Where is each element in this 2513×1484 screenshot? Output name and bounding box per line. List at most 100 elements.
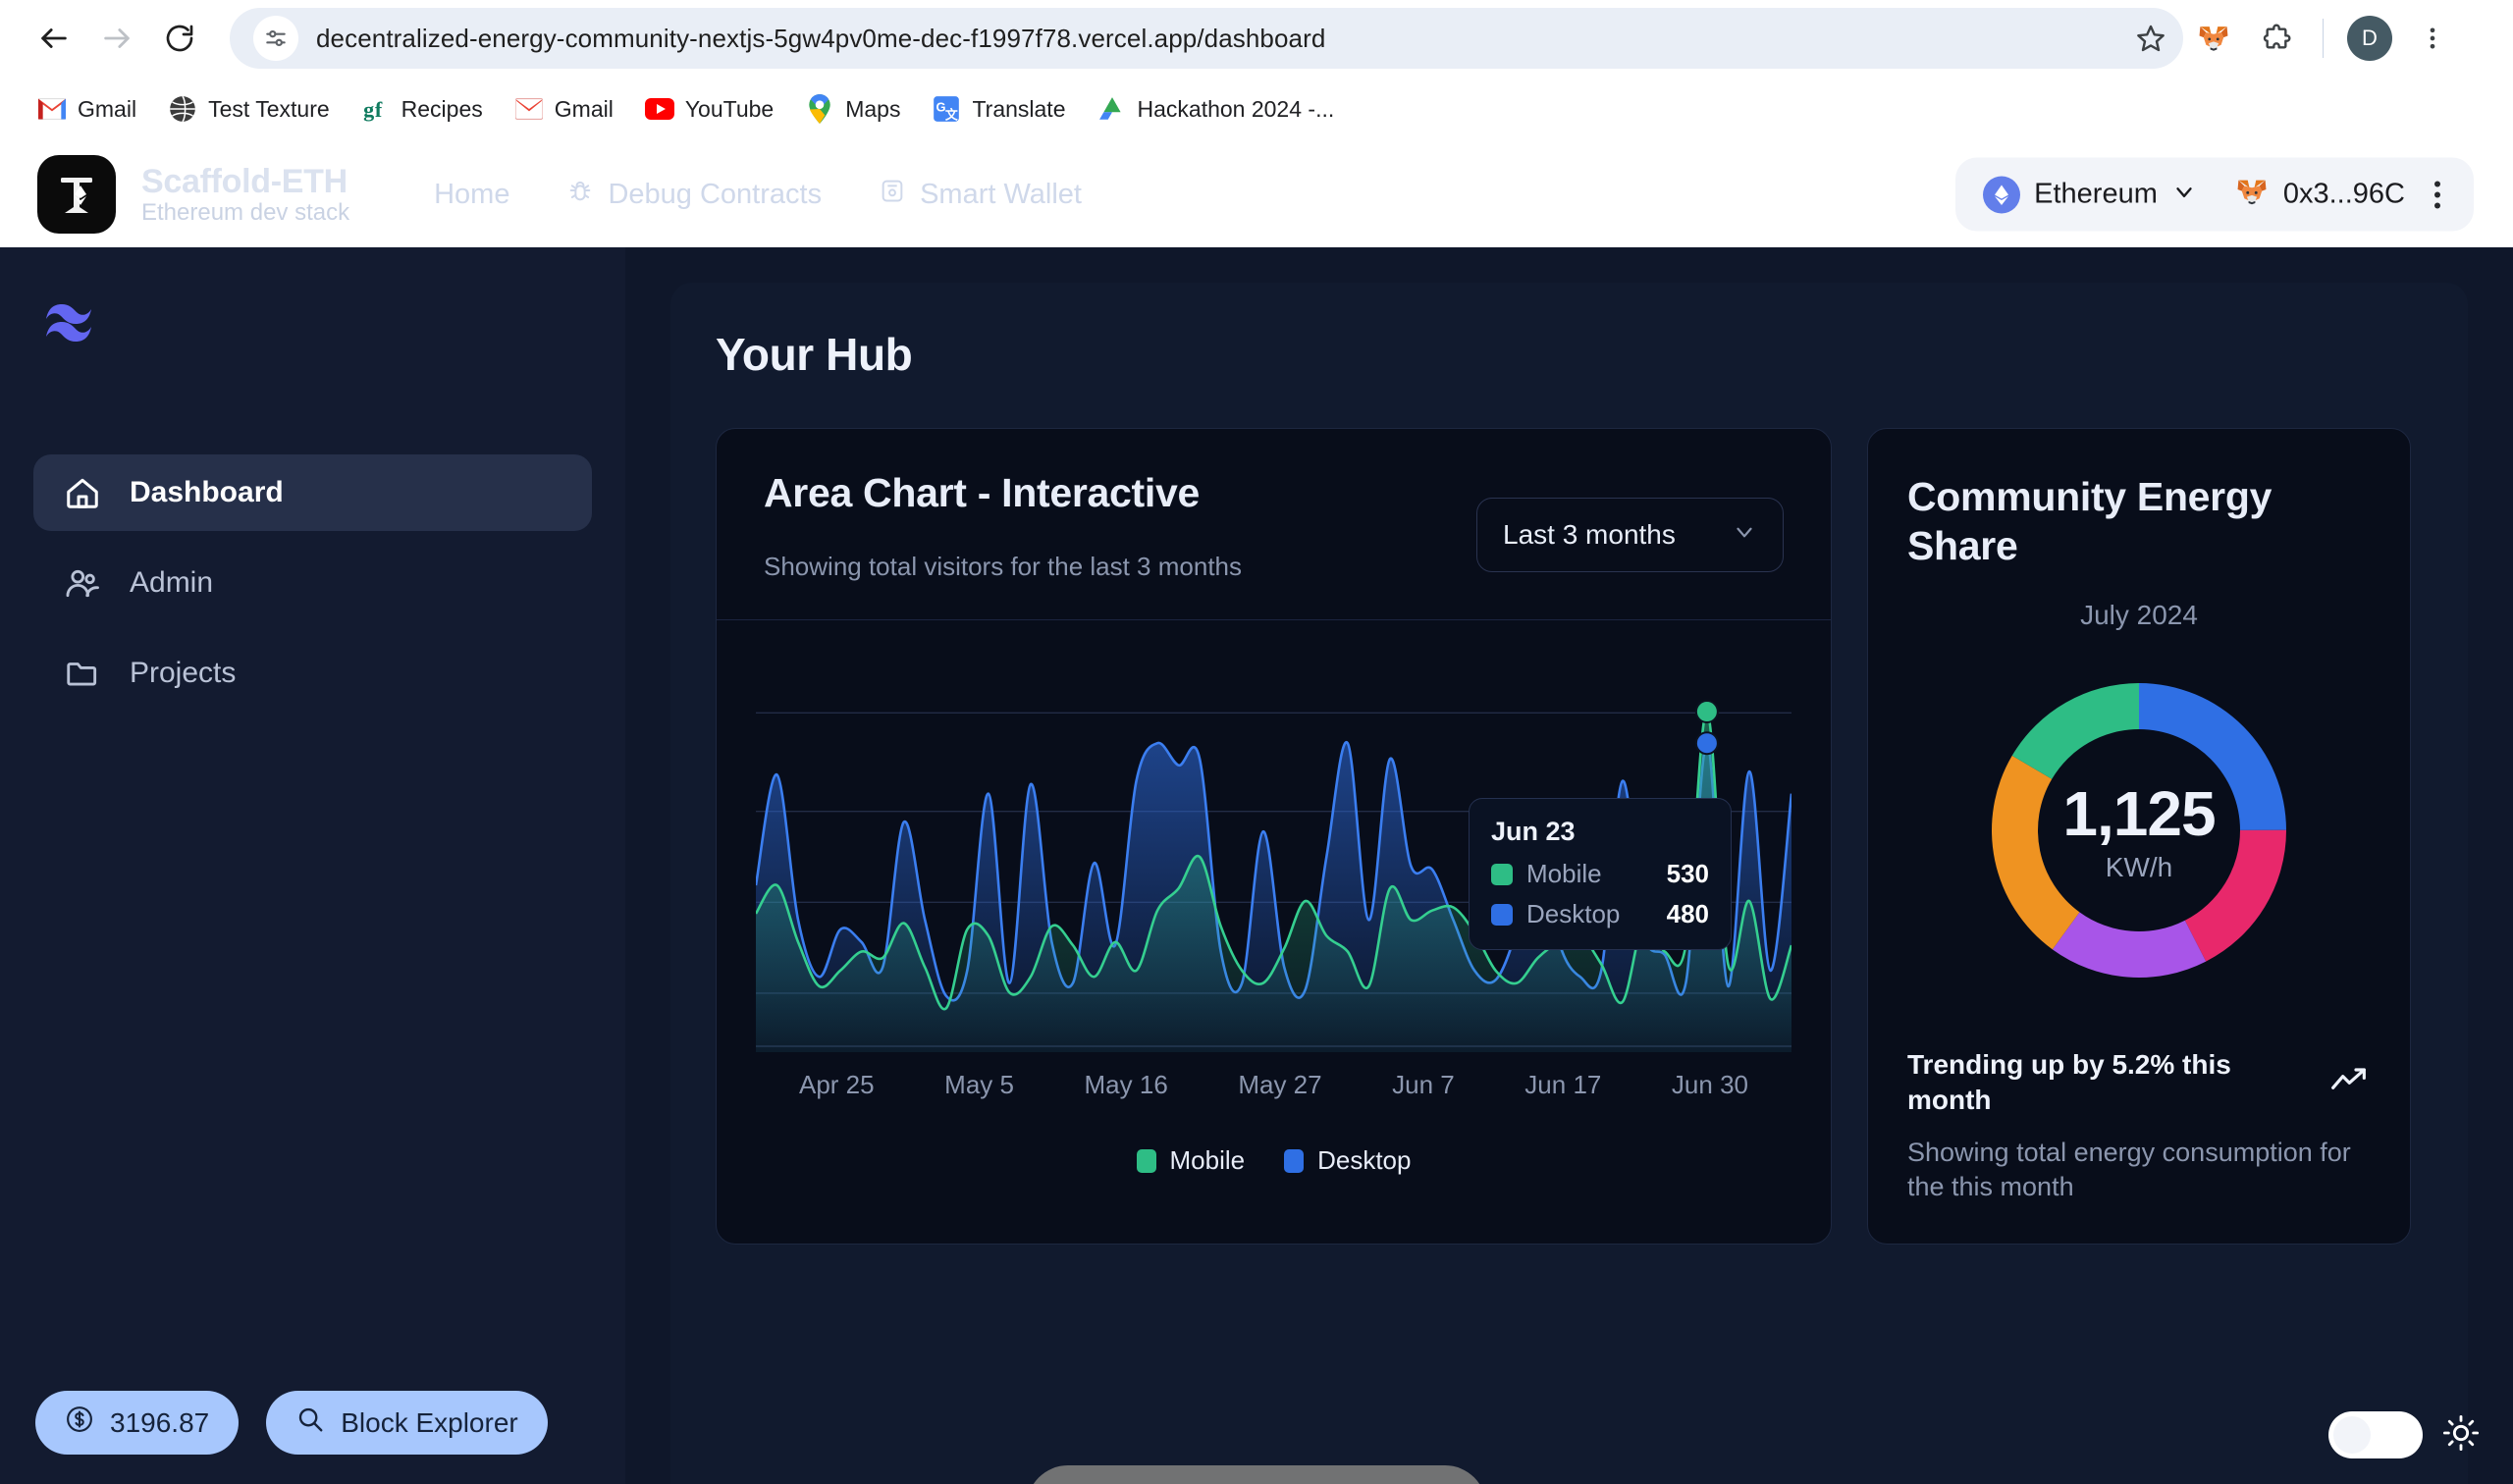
theme-switch[interactable]	[2328, 1411, 2423, 1458]
community-energy-card: Community Energy Share July 2024 1,125 K…	[1867, 428, 2411, 1245]
nav-item-smart-wallet[interactable]: Smart Wallet	[879, 177, 1082, 212]
sidebar-item-label: Projects	[130, 657, 237, 689]
bookmark-gmail-1[interactable]: Gmail	[26, 86, 148, 132]
brand-subtitle: Ethereum dev stack	[141, 198, 350, 226]
donut-center-label: 1,125 KW/h	[1907, 659, 2371, 1002]
profile-avatar[interactable]: D	[2341, 10, 2398, 67]
forward-button[interactable]	[88, 10, 145, 67]
brand-title: Scaffold-ETH	[141, 162, 348, 200]
account-address: 0x3...96C	[2282, 178, 2405, 210]
bookmark-label: Translate	[972, 95, 1066, 122]
sidebar-item-label: Admin	[130, 566, 214, 599]
balance-button[interactable]: 3196.87	[35, 1391, 240, 1455]
bookmark-label: Hackathon 2024 -...	[1137, 95, 1335, 122]
bookmark-label: Test Texture	[208, 95, 330, 122]
legend-label: Desktop	[1317, 1145, 1412, 1175]
sidebar-item-projects[interactable]: Projects	[33, 635, 592, 712]
chevron-down-icon	[2171, 180, 2197, 210]
x-axis-tick: May 5	[944, 1070, 1014, 1099]
switch-knob	[2333, 1416, 2371, 1454]
bookmark-translate[interactable]: G文 Translate	[920, 86, 1077, 132]
site-settings-icon[interactable]	[253, 16, 298, 61]
gf-icon: gf	[361, 94, 391, 124]
account-button[interactable]: 0x3...96C	[2220, 168, 2411, 222]
globe-icon	[168, 94, 197, 124]
translate-icon: G文	[932, 94, 961, 124]
legend-item-mobile[interactable]: Mobile	[1136, 1145, 1246, 1176]
tooltip-row-desktop: Desktop 480	[1491, 899, 1709, 929]
tooltip-series-name: Desktop	[1526, 899, 1621, 928]
legend-item-desktop[interactable]: Desktop	[1284, 1145, 1411, 1176]
metamask-fox-icon	[2234, 176, 2270, 214]
bookmark-test-texture[interactable]: Test Texture	[156, 86, 342, 132]
bookmark-label: Maps	[845, 95, 901, 122]
active-point-mobile	[1694, 700, 1719, 724]
theme-toggle-group	[2328, 1411, 2480, 1458]
bookmark-recipes[interactable]: gf Recipes	[349, 86, 495, 132]
page-title: Your Hub	[716, 329, 913, 380]
youtube-icon	[644, 94, 674, 124]
tooltip-series-name: Mobile	[1526, 859, 1602, 888]
bookmark-gmail-2[interactable]: Gmail	[503, 86, 625, 132]
dollar-circle-icon	[65, 1404, 94, 1441]
brand-block: Scaffold-ETH Ethereum dev stack	[141, 163, 349, 227]
scaffold-eth-logo[interactable]	[37, 155, 116, 234]
bookmark-label: YouTube	[684, 95, 775, 122]
donut-card-title: Community Energy Share	[1907, 474, 2272, 569]
legend-label: Mobile	[1169, 1145, 1246, 1175]
sidebar-item-label: Dashboard	[130, 476, 284, 508]
range-select[interactable]: Last 3 months	[1476, 498, 1784, 572]
sidebar-item-admin[interactable]: Admin	[33, 545, 592, 621]
area-chart-plot[interactable]: Jun 23 Mobile 530 Desktop 480	[754, 660, 1793, 1052]
bookmark-youtube[interactable]: YouTube	[633, 86, 785, 132]
scaffold-eth-header: Scaffold-ETH Ethereum dev stack Home Deb…	[0, 141, 2513, 247]
donut-chart[interactable]: 1,125 KW/h	[1907, 659, 2371, 1002]
range-select-value: Last 3 months	[1503, 519, 1676, 550]
legend-swatch-desktop	[1284, 1148, 1305, 1173]
tooltip-series-value: 480	[1666, 899, 1709, 928]
nav-item-home[interactable]: Home	[434, 179, 509, 211]
metamask-fox-icon[interactable]	[2185, 10, 2242, 67]
chain-name: Ethereum	[2034, 178, 2158, 210]
svg-text:文: 文	[945, 108, 958, 123]
x-axis-tick: Jun 17	[1524, 1070, 1602, 1099]
folder-icon	[61, 652, 104, 695]
bookmark-hackathon[interactable]: Hackathon 2024 -...	[1086, 86, 1347, 132]
tooltip-swatch-desktop	[1491, 903, 1513, 926]
extensions-puzzle-icon[interactable]	[2248, 10, 2305, 67]
tooltip-series-value: 530	[1666, 859, 1709, 888]
chart-x-axis: Apr 25 May 5 May 16 May 27 Jun 7 Jun 17 Jun 30	[756, 1070, 1791, 1100]
login-toast: Logging in...	[1027, 1465, 1486, 1484]
wallet-widget: Ethereum 0x3...96C	[1955, 157, 2474, 232]
back-button[interactable]	[26, 10, 82, 67]
bookmarks-bar: Gmail Test Texture gf Recipes Gmail YouT…	[0, 77, 2513, 141]
wallet-menu-icon[interactable]	[2421, 171, 2454, 218]
star-icon[interactable]	[2122, 10, 2179, 67]
bookmark-label: Recipes	[401, 95, 483, 122]
three-dot-menu-icon[interactable]	[2404, 10, 2461, 67]
tooltip-row-mobile: Mobile 530	[1491, 859, 1709, 889]
url-text: decentralized-energy-community-nextjs-5g…	[316, 23, 1326, 53]
chart-legend: Mobile Desktop	[756, 1145, 1791, 1213]
sun-icon[interactable]	[2442, 1414, 2480, 1457]
nav-label: Debug Contracts	[608, 178, 823, 210]
tooltip-swatch-mobile	[1491, 863, 1513, 885]
sidebar-footer: 3196.87 Block Explorer	[35, 1391, 548, 1455]
sidebar-item-dashboard[interactable]: Dashboard	[33, 454, 592, 531]
wallet-icon	[879, 177, 906, 212]
bug-icon	[566, 177, 594, 212]
address-bar[interactable]: decentralized-energy-community-nextjs-5g…	[230, 8, 2183, 69]
area-chart-header: Area Chart - Interactive Showing total v…	[717, 429, 1831, 620]
reload-button[interactable]	[151, 10, 208, 67]
toolbar-divider	[2323, 19, 2324, 58]
bookmark-maps[interactable]: Maps	[793, 86, 912, 132]
nav-item-debug-contracts[interactable]: Debug Contracts	[566, 177, 822, 212]
area-chart-card: Area Chart - Interactive Showing total v…	[716, 428, 1832, 1245]
trend-description: Showing total energy consumption for the…	[1907, 1137, 2351, 1201]
hub-panel: Your Hub Area Chart - Interactive Showin…	[670, 283, 2468, 1484]
area-chart-body[interactable]: Jun 23 Mobile 530 Desktop 480 Apr 25 May…	[717, 620, 1831, 1175]
donut-total-unit: KW/h	[2105, 852, 2173, 883]
x-axis-tick: Apr 25	[799, 1070, 875, 1099]
block-explorer-button[interactable]: Block Explorer	[266, 1391, 548, 1455]
chain-selector[interactable]: Ethereum	[1969, 168, 2211, 221]
